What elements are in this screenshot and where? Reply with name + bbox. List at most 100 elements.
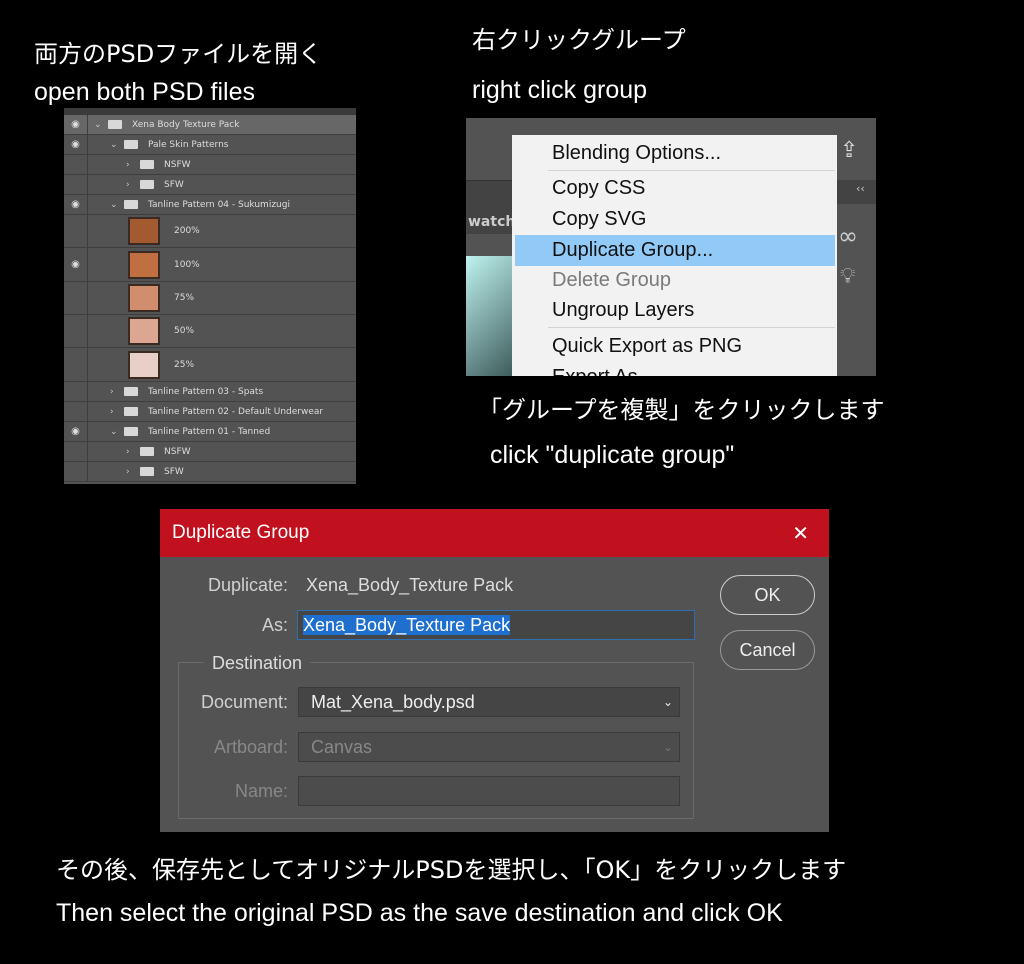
artboard-select[interactable]: Canvas⌄ — [298, 732, 680, 762]
context-menu: Blending Options... Copy CSSCopy SVGDupli… — [512, 135, 837, 376]
as-label: As: — [160, 615, 288, 636]
chevron-right-icon[interactable]: › — [126, 180, 136, 190]
menu-separator — [548, 170, 835, 171]
step1-caption-jp: 両方のPSDファイルを開く — [34, 34, 322, 69]
step2-caption-jp: 右クリックグループ — [472, 20, 686, 55]
step3-caption-en: click "duplicate group" — [490, 441, 734, 470]
collapse-icon[interactable]: ‹‹ — [856, 182, 865, 195]
chevron-down-icon[interactable]: ⌄ — [110, 200, 120, 210]
layer-row[interactable]: ◉ ⌄ Tanline Pattern 04 - Sukumizugi — [64, 195, 356, 215]
layer-thumbnail — [128, 284, 160, 312]
layer-name: Tanline Pattern 02 - Default Underwear — [148, 407, 323, 417]
share-icon[interactable]: ⇪ — [840, 138, 858, 163]
menu-item[interactable]: Blending Options... — [512, 138, 837, 169]
folder-icon — [124, 140, 138, 149]
visibility-toggle[interactable] — [64, 315, 88, 347]
visibility-toggle[interactable] — [64, 155, 88, 174]
layer-row[interactable]: ›SFW — [64, 175, 356, 195]
layer-row[interactable]: › NSFW — [64, 155, 356, 175]
visibility-toggle[interactable] — [64, 442, 88, 461]
eye-icon[interactable]: ◉ — [64, 248, 88, 281]
step2-caption-en: right click group — [472, 76, 647, 105]
step1-caption-en: open both PSD files — [34, 78, 255, 107]
name-input[interactable] — [298, 776, 680, 806]
layer-row[interactable]: › Tanline Pattern 02 - Default Underwear — [64, 402, 356, 422]
lightbulb-icon[interactable]: 💡︎ — [840, 264, 855, 289]
document-select-value: Mat_Xena_body.psd — [311, 692, 475, 712]
layer-name: Tanline Pattern 01 - Tanned — [148, 427, 270, 437]
ok-button[interactable]: OK — [720, 575, 815, 615]
layer-row[interactable]: 25% — [64, 348, 356, 382]
layer-name: Tanline Pattern 04 - Sukumizugi — [148, 200, 290, 210]
visibility-toggle[interactable] — [64, 282, 88, 314]
cancel-button[interactable]: Cancel — [720, 630, 815, 670]
visibility-toggle[interactable] — [64, 215, 88, 247]
visibility-toggle[interactable] — [64, 382, 88, 401]
chevron-right-icon[interactable]: › — [110, 387, 120, 397]
visibility-toggle[interactable] — [64, 462, 88, 481]
folder-icon — [140, 160, 154, 169]
chevron-down-icon[interactable]: ⌄ — [110, 427, 120, 437]
layer-name: Pale Skin Patterns — [148, 140, 229, 150]
layer-row[interactable]: ›Tanline Pattern 03 - Spats — [64, 382, 356, 402]
layer-name: 50% — [174, 326, 194, 336]
layer-row[interactable]: › NSFW — [64, 442, 356, 462]
layer-row[interactable]: 200% — [64, 215, 356, 248]
duplicate-group-dialog: Duplicate Group ✕ Duplicate: Xena_Body_T… — [160, 509, 829, 832]
eye-icon[interactable]: ◉ — [64, 422, 88, 441]
as-input[interactable]: Xena_Body_Texture Pack — [297, 610, 695, 640]
chevron-down-icon: ⌄ — [663, 688, 673, 716]
chevron-right-icon[interactable]: › — [126, 447, 136, 457]
eye-icon[interactable]: ◉ — [64, 115, 88, 134]
close-icon[interactable]: ✕ — [792, 521, 809, 546]
layer-thumbnail — [128, 351, 160, 379]
context-menu-screenshot: watch ⇪ ‹‹ ∞ 💡︎ Blending Options... Copy … — [466, 118, 876, 376]
creative-cloud-icon[interactable]: ∞ — [838, 222, 858, 250]
layer-name: NSFW — [164, 160, 191, 170]
folder-icon — [140, 180, 154, 189]
layer-row[interactable]: ›SFW — [64, 462, 356, 482]
eye-icon[interactable]: ◉ — [64, 195, 88, 214]
visibility-toggle[interactable] — [64, 348, 88, 381]
menu-item[interactable]: Copy CSS — [512, 173, 837, 204]
menu-item[interactable]: Quick Export as PNG — [512, 331, 837, 362]
chevron-down-icon[interactable]: ⌄ — [110, 140, 120, 150]
artboard-select-value: Canvas — [311, 737, 372, 757]
as-input-selected-text: Xena_Body_Texture Pack — [303, 615, 510, 635]
menu-item[interactable]: Export As... — [512, 362, 837, 376]
layer-thumbnail — [128, 251, 160, 279]
layer-row[interactable]: 50% — [64, 315, 356, 348]
step4-caption-jp: その後、保存先としてオリジナルPSDを選択し、「OK」をクリックします — [56, 850, 846, 885]
folder-icon — [124, 407, 138, 416]
chevron-right-icon[interactable]: › — [126, 467, 136, 477]
eye-icon[interactable]: ◉ — [64, 135, 88, 154]
visibility-toggle[interactable] — [64, 175, 88, 194]
layer-row[interactable]: ◉ ⌄ Pale Skin Patterns — [64, 135, 356, 155]
chevron-right-icon[interactable]: › — [126, 160, 136, 170]
folder-icon — [124, 200, 138, 209]
layer-name: NSFW — [164, 447, 191, 457]
document-select[interactable]: Mat_Xena_body.psd ⌄ — [298, 687, 680, 717]
menu-item[interactable]: Copy SVG — [512, 204, 837, 235]
layers-panel: ◉ ⌄ Xena Body Texture Pack ◉ ⌄ Pale Skin Patt… — [64, 108, 356, 484]
layer-row[interactable]: 75% — [64, 282, 356, 315]
layer-row[interactable]: ◉100% — [64, 248, 356, 282]
name-label: Name: — [160, 781, 288, 802]
menu-item[interactable]: Delete Group — [512, 265, 837, 296]
document-label: Document: — [160, 692, 288, 713]
menu-item[interactable]: Ungroup Layers — [512, 295, 837, 326]
layer-thumbnail — [128, 217, 160, 245]
step3-caption-jp: 「グループを複製」をクリックします — [478, 390, 885, 425]
folder-icon — [124, 427, 138, 436]
chevron-down-icon[interactable]: ⌄ — [94, 120, 104, 130]
destination-label: Destination — [204, 653, 310, 674]
folder-icon — [140, 467, 154, 476]
layer-row[interactable]: ◉ ⌄ Tanline Pattern 01 - Tanned — [64, 422, 356, 442]
layer-name: Xena Body Texture Pack — [132, 120, 239, 130]
menu-item[interactable]: Duplicate Group... — [515, 235, 835, 266]
visibility-toggle[interactable] — [64, 402, 88, 421]
layer-row[interactable]: ◉ ⌄ Xena Body Texture Pack — [64, 115, 356, 135]
swatches-tab[interactable]: watch — [468, 214, 515, 230]
layer-thumbnail — [128, 317, 160, 345]
chevron-right-icon[interactable]: › — [110, 407, 120, 417]
